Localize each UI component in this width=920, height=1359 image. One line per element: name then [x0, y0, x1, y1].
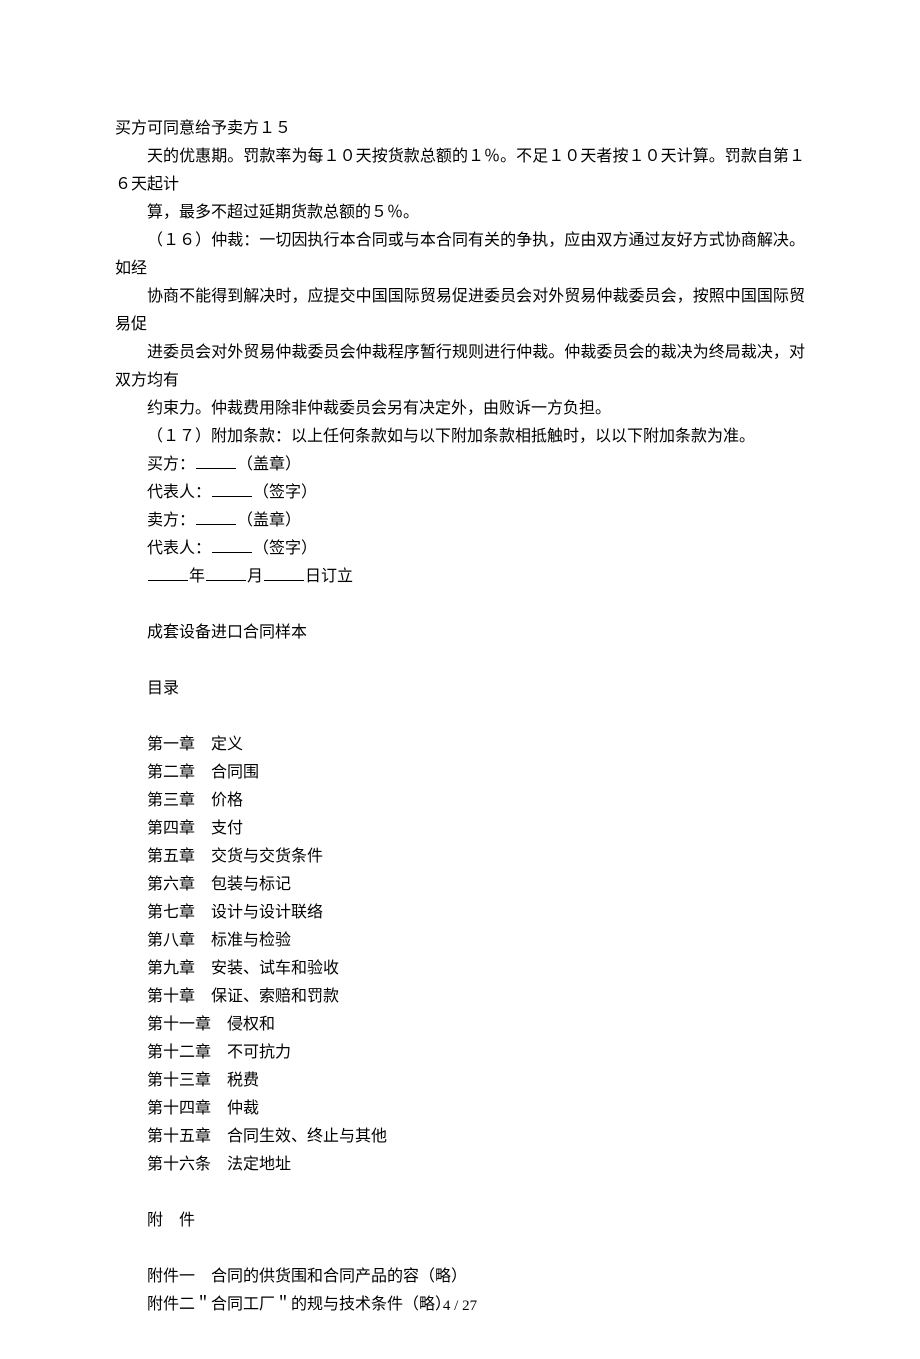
rep-line: 代表人： （签字） — [115, 535, 805, 563]
paragraph: 进委员会对外贸易仲裁委员会仲裁程序暂行规则进行仲裁。仲裁委员会的裁决为终局裁决，… — [115, 339, 805, 395]
seller-line: 卖方： （盖章） — [115, 507, 805, 535]
blank-underline — [206, 565, 246, 581]
toc-item: 第十六条 法定地址 — [115, 1151, 805, 1179]
annex-item: 附件一 合同的供货围和合同产品的容（略） — [115, 1263, 805, 1291]
stamp-label: （盖章） — [237, 456, 301, 473]
blank-underline — [148, 565, 188, 581]
blank-underline — [196, 453, 236, 469]
seller-label: 卖方： — [147, 512, 195, 529]
rep-label: 代表人： — [147, 540, 211, 557]
toc-item: 第二章 合同围 — [115, 759, 805, 787]
page-number: 4 / 27 — [0, 1293, 920, 1319]
spacer — [115, 1235, 805, 1263]
toc-item: 第十一章 侵权和 — [115, 1011, 805, 1039]
toc-item: 第八章 标准与检验 — [115, 927, 805, 955]
stamp-label: （盖章） — [237, 512, 301, 529]
toc-item: 第十五章 合同生效、终止与其他 — [115, 1123, 805, 1151]
blank-underline — [196, 509, 236, 525]
spacer — [115, 703, 805, 731]
paragraph: （１７）附加条款：以上任何条款如与以下附加条款相抵触时，以以下附加条款为准。 — [115, 423, 805, 451]
buyer-label: 买方： — [147, 456, 195, 473]
paragraph: 买方可同意给予卖方１５ — [115, 115, 805, 143]
paragraph: 约束力。仲裁费用除非仲裁委员会另有决定外，由败诉一方负担。 — [115, 395, 805, 423]
blank-underline — [264, 565, 304, 581]
sample-title: 成套设备进口合同样本 — [115, 619, 805, 647]
blank-underline — [212, 537, 252, 553]
toc-item: 第六章 包装与标记 — [115, 871, 805, 899]
year-label: 年 — [189, 568, 205, 585]
toc-item: 第三章 价格 — [115, 787, 805, 815]
rep-label: 代表人： — [147, 484, 211, 501]
toc-item: 第十三章 税费 — [115, 1067, 805, 1095]
document-page: 买方可同意给予卖方１５ 天的优惠期。罚款率为每１０天按货款总额的１％。不足１０天… — [0, 0, 920, 1359]
paragraph: 天的优惠期。罚款率为每１０天按货款总额的１％。不足１０天者按１０天计算。罚款自第… — [115, 143, 805, 199]
toc-item: 第九章 安装、试车和验收 — [115, 955, 805, 983]
month-label: 月 — [247, 568, 263, 585]
spacer — [115, 591, 805, 619]
toc-item: 第十章 保证、索赔和罚款 — [115, 983, 805, 1011]
sign-label: （签字） — [253, 484, 317, 501]
toc-item: 第十二章 不可抗力 — [115, 1039, 805, 1067]
date-line: 年 月 日订立 — [115, 563, 805, 591]
toc-item: 第一章 定义 — [115, 731, 805, 759]
spacer — [115, 647, 805, 675]
annex-title: 附 件 — [115, 1207, 805, 1235]
day-label: 日订立 — [305, 568, 353, 585]
paragraph: （１６）仲裁：一切因执行本合同或与本合同有关的争执，应由双方通过友好方式协商解决… — [115, 227, 805, 283]
rep-line: 代表人： （签字） — [115, 479, 805, 507]
blank-underline — [212, 481, 252, 497]
paragraph: 算，最多不超过延期货款总额的５％。 — [115, 199, 805, 227]
toc-item: 第五章 交货与交货条件 — [115, 843, 805, 871]
toc-title: 目录 — [115, 675, 805, 703]
toc-item: 第十四章 仲裁 — [115, 1095, 805, 1123]
spacer — [115, 1179, 805, 1207]
buyer-line: 买方： （盖章） — [115, 451, 805, 479]
toc-item: 第四章 支付 — [115, 815, 805, 843]
toc-item: 第七章 设计与设计联络 — [115, 899, 805, 927]
sign-label: （签字） — [253, 540, 317, 557]
paragraph: 协商不能得到解决时，应提交中国国际贸易促进委员会对外贸易仲裁委员会，按照中国国际… — [115, 283, 805, 339]
